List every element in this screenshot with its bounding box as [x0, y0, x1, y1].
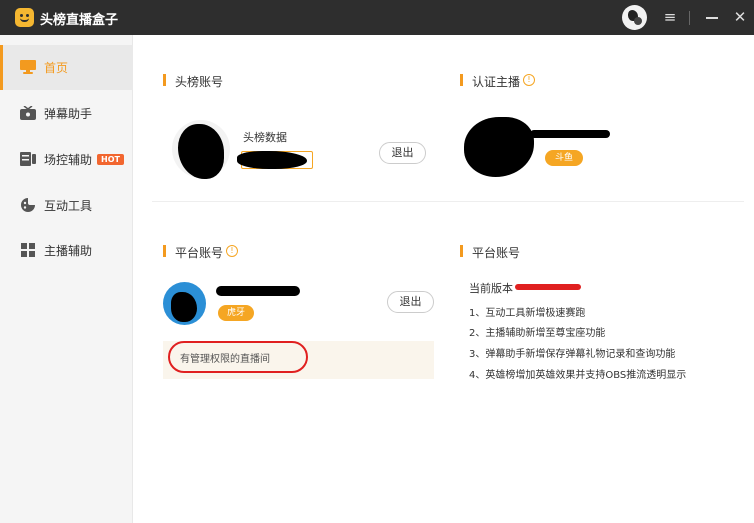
- info-icon[interactable]: !: [226, 245, 238, 257]
- sidebar-item-home[interactable]: 首页: [0, 45, 133, 90]
- current-version-label: 当前版本: [469, 282, 513, 295]
- section-accent-bar: [163, 74, 166, 86]
- grid-icon: [21, 243, 35, 257]
- section-accent-bar: [460, 245, 463, 257]
- palette-icon: [21, 198, 35, 212]
- platform-avatar: [163, 282, 206, 325]
- sidebar-item-label: 场控辅助: [44, 153, 93, 167]
- hot-badge: HOT: [97, 154, 124, 165]
- title-bar: 头榜直播盒子 ≡ ✕: [0, 0, 754, 35]
- toubang-account-header: 头榜账号: [163, 73, 283, 89]
- version-note: 1、互动工具新增极速赛跑: [469, 308, 586, 319]
- section-title: 平台账号: [175, 246, 224, 260]
- tv-icon: [20, 106, 36, 120]
- sidebar-item-label: 主播辅助: [44, 244, 93, 258]
- sidebar-item-danmaku-assistant[interactable]: 弹幕助手: [0, 91, 133, 136]
- redaction-scribble: [464, 117, 534, 177]
- verified-anchor-header: 认证主播 !: [460, 73, 580, 89]
- redaction-scribble: [237, 151, 307, 169]
- sidebar: 首页 弹幕助手 场控辅助 HOT 互动工具 主播辅助: [0, 35, 133, 523]
- barrage-icon: [20, 152, 36, 166]
- section-accent-bar: [163, 245, 166, 257]
- sidebar-item-interactive-tools[interactable]: 互动工具: [0, 183, 133, 228]
- toubang-account-name: 头榜数据: [243, 131, 287, 144]
- section-accent-bar: [460, 74, 463, 86]
- sidebar-item-room-control[interactable]: 场控辅助 HOT: [0, 137, 133, 182]
- redaction-scribble: [515, 284, 581, 290]
- redaction-scribble: [216, 286, 300, 296]
- redaction-scribble: [178, 124, 224, 179]
- monitor-icon: [20, 60, 36, 74]
- redaction-scribble: [530, 130, 610, 138]
- platform-logout-button[interactable]: 退出: [387, 291, 434, 313]
- info-icon[interactable]: !: [523, 74, 535, 86]
- version-note: 4、英雄榜增加英雄效果并支持OBS推流透明显示: [469, 370, 687, 381]
- toubang-avatar: [172, 120, 230, 179]
- version-panel-header: 平台账号: [460, 244, 580, 260]
- version-note: 2、主播辅助新增至尊宝座功能: [469, 328, 606, 339]
- close-icon[interactable]: ✕: [728, 6, 752, 28]
- toubang-logout-button[interactable]: 退出: [379, 142, 426, 164]
- app-logo-icon: [15, 8, 34, 27]
- huya-platform-tag: 虎牙: [218, 305, 254, 321]
- douyu-platform-tag: 斗鱼: [545, 150, 583, 166]
- section-title: 平台账号: [472, 246, 521, 260]
- user-avatar[interactable]: [622, 5, 647, 30]
- annotation-highlight: [168, 341, 308, 373]
- redaction-scribble: [171, 292, 197, 322]
- titlebar-divider: [689, 11, 690, 25]
- minimize-icon[interactable]: [700, 6, 724, 28]
- section-title: 头榜账号: [175, 75, 224, 89]
- app-title: 头榜直播盒子: [40, 13, 119, 28]
- section-title: 认证主播: [472, 75, 521, 89]
- sidebar-item-label: 首页: [44, 61, 69, 75]
- sidebar-item-anchor-assist[interactable]: 主播辅助: [0, 228, 133, 273]
- platform-account-header: 平台账号 !: [163, 244, 283, 260]
- sidebar-item-label: 弹幕助手: [44, 107, 93, 121]
- section-divider: [152, 201, 744, 202]
- version-note: 3、弹幕助手新增保存弹幕礼物记录和查询功能: [469, 349, 676, 360]
- sidebar-item-label: 互动工具: [44, 199, 93, 213]
- menu-icon[interactable]: ≡: [658, 6, 682, 28]
